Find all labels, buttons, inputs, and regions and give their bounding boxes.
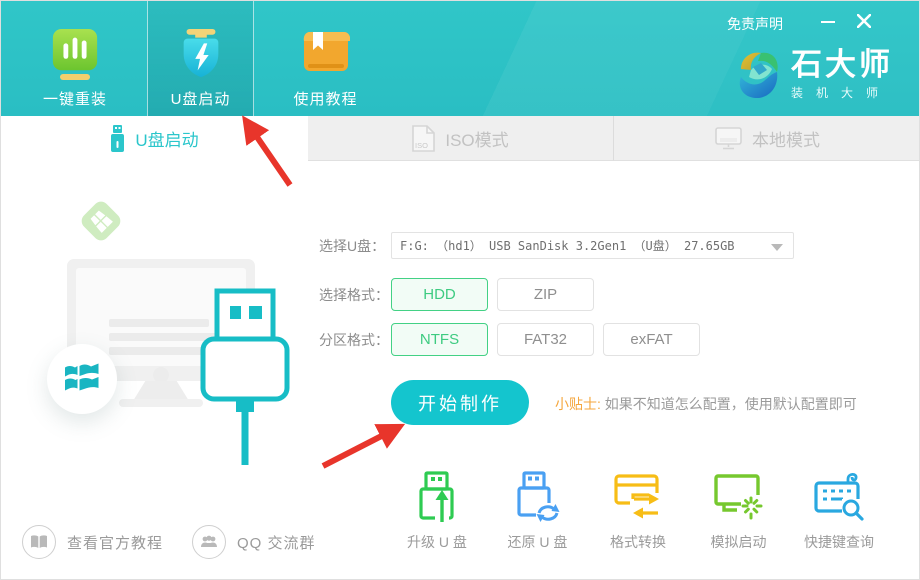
brand-logo: 石大师 装机大师 xyxy=(733,49,893,101)
tip-prefix: 小贴士: xyxy=(555,396,601,412)
minimize-button[interactable] xyxy=(821,21,835,23)
brand-logo-icon xyxy=(733,49,781,101)
partition-option-fat32[interactable]: FAT32 xyxy=(497,323,594,356)
official-tutorial-link[interactable]: 查看官方教程 xyxy=(22,525,163,559)
usb-select-row: 选择U盘： F:G: （hd1） USB SanDisk 3.2Gen1 （U盘… xyxy=(319,232,794,259)
usb-select-label: 选择U盘： xyxy=(319,236,391,256)
brand-subtitle: 装机大师 xyxy=(791,84,906,101)
format-option-zip[interactable]: ZIP xyxy=(497,278,594,311)
monitor-stand xyxy=(133,381,189,401)
app-window: 一键重装 U盘启动 xyxy=(0,0,920,580)
tip-body: 如果不知道怎么配置，使用默认配置即可 xyxy=(605,396,857,412)
tools-row: 升级 U 盘 xyxy=(389,469,887,552)
main-content: 选择U盘： F:G: （hd1） USB SanDisk 3.2Gen1 （U盘… xyxy=(1,161,920,580)
tab-iso-mode[interactable]: ISO ISO模式 xyxy=(308,116,614,161)
brand-name: 石大师 xyxy=(791,49,893,81)
tool-simulate-boot[interactable]: 模拟启动 xyxy=(691,469,787,552)
toolbar-item-tutorial[interactable]: 使用教程 xyxy=(273,1,378,116)
book-circle-icon xyxy=(22,525,56,559)
chevron-down-icon xyxy=(771,244,783,251)
format-convert-icon xyxy=(614,469,662,523)
toolbar-item-label: 使用教程 xyxy=(293,88,357,109)
hotkey-query-icon xyxy=(814,469,864,523)
toolbar-item-label: U盘启动 xyxy=(171,88,231,109)
tab-local-mode[interactable]: 本地模式 xyxy=(614,116,920,161)
toolbar-item-reinstall[interactable]: 一键重装 xyxy=(29,1,121,116)
toolbar-item-usb-boot[interactable]: U盘启动 xyxy=(147,1,254,116)
minimize-icon xyxy=(821,21,835,23)
format-label: 选择格式： xyxy=(319,285,391,305)
monitor-stand-base xyxy=(119,399,203,407)
book-orange-icon xyxy=(302,28,350,80)
usb-restore-icon xyxy=(514,469,562,523)
partition-option-exfat[interactable]: exFAT xyxy=(603,323,700,356)
tool-format-convert[interactable]: 格式转换 xyxy=(590,469,686,552)
usb-illustration xyxy=(1,161,331,491)
monitor-icon xyxy=(715,127,742,150)
qq-group-icon xyxy=(192,525,226,559)
toolbar-item-label: 一键重装 xyxy=(43,88,107,109)
monitor-dot xyxy=(153,367,169,383)
windows-flag-badge xyxy=(47,344,117,414)
tip-text: 小贴士: 如果不知道怎么配置，使用默认配置即可 xyxy=(555,394,857,414)
usb-stick-icon xyxy=(110,125,125,153)
disclaimer-link[interactable]: 免责声明 xyxy=(727,14,783,34)
start-create-button[interactable]: 开始制作 xyxy=(391,380,529,425)
simulate-boot-icon xyxy=(714,469,764,523)
usb-select-dropdown[interactable]: F:G: （hd1） USB SanDisk 3.2Gen1 （U盘） 27.6… xyxy=(391,232,794,259)
qq-group-link[interactable]: QQ 交流群 xyxy=(192,525,316,559)
icon-base-bar xyxy=(60,74,90,80)
chart-green-icon xyxy=(51,28,99,80)
format-option-hdd[interactable]: HDD xyxy=(391,278,488,311)
svg-text:ISO: ISO xyxy=(415,141,428,150)
iso-file-icon: ISO xyxy=(412,125,435,152)
usb-shield-icon xyxy=(173,28,229,80)
usb-upgrade-icon xyxy=(414,469,460,523)
tool-hotkey-query[interactable]: 快捷键查询 xyxy=(791,469,887,552)
close-icon xyxy=(857,14,871,28)
tab-usb-boot[interactable]: U盘启动 xyxy=(1,116,308,161)
partition-label: 分区格式： xyxy=(319,330,391,350)
title-bar: 一键重装 U盘启动 xyxy=(1,1,920,116)
partition-option-ntfs[interactable]: NTFS xyxy=(391,323,488,356)
mode-tabbar: U盘启动 ISO ISO模式 本地模式 xyxy=(1,116,920,161)
usb-plug-illustration xyxy=(199,287,291,467)
close-button[interactable] xyxy=(857,14,871,28)
usb-select-value: F:G: （hd1） USB SanDisk 3.2Gen1 （U盘） 27.6… xyxy=(400,237,735,254)
format-row: 选择格式： HDD ZIP xyxy=(319,278,603,311)
tool-restore-usb[interactable]: 还原 U 盘 xyxy=(490,469,586,552)
partition-row: 分区格式： NTFS FAT32 exFAT xyxy=(319,323,709,356)
tool-upgrade-usb[interactable]: 升级 U 盘 xyxy=(389,469,485,552)
windows-tile-icon xyxy=(78,198,123,243)
